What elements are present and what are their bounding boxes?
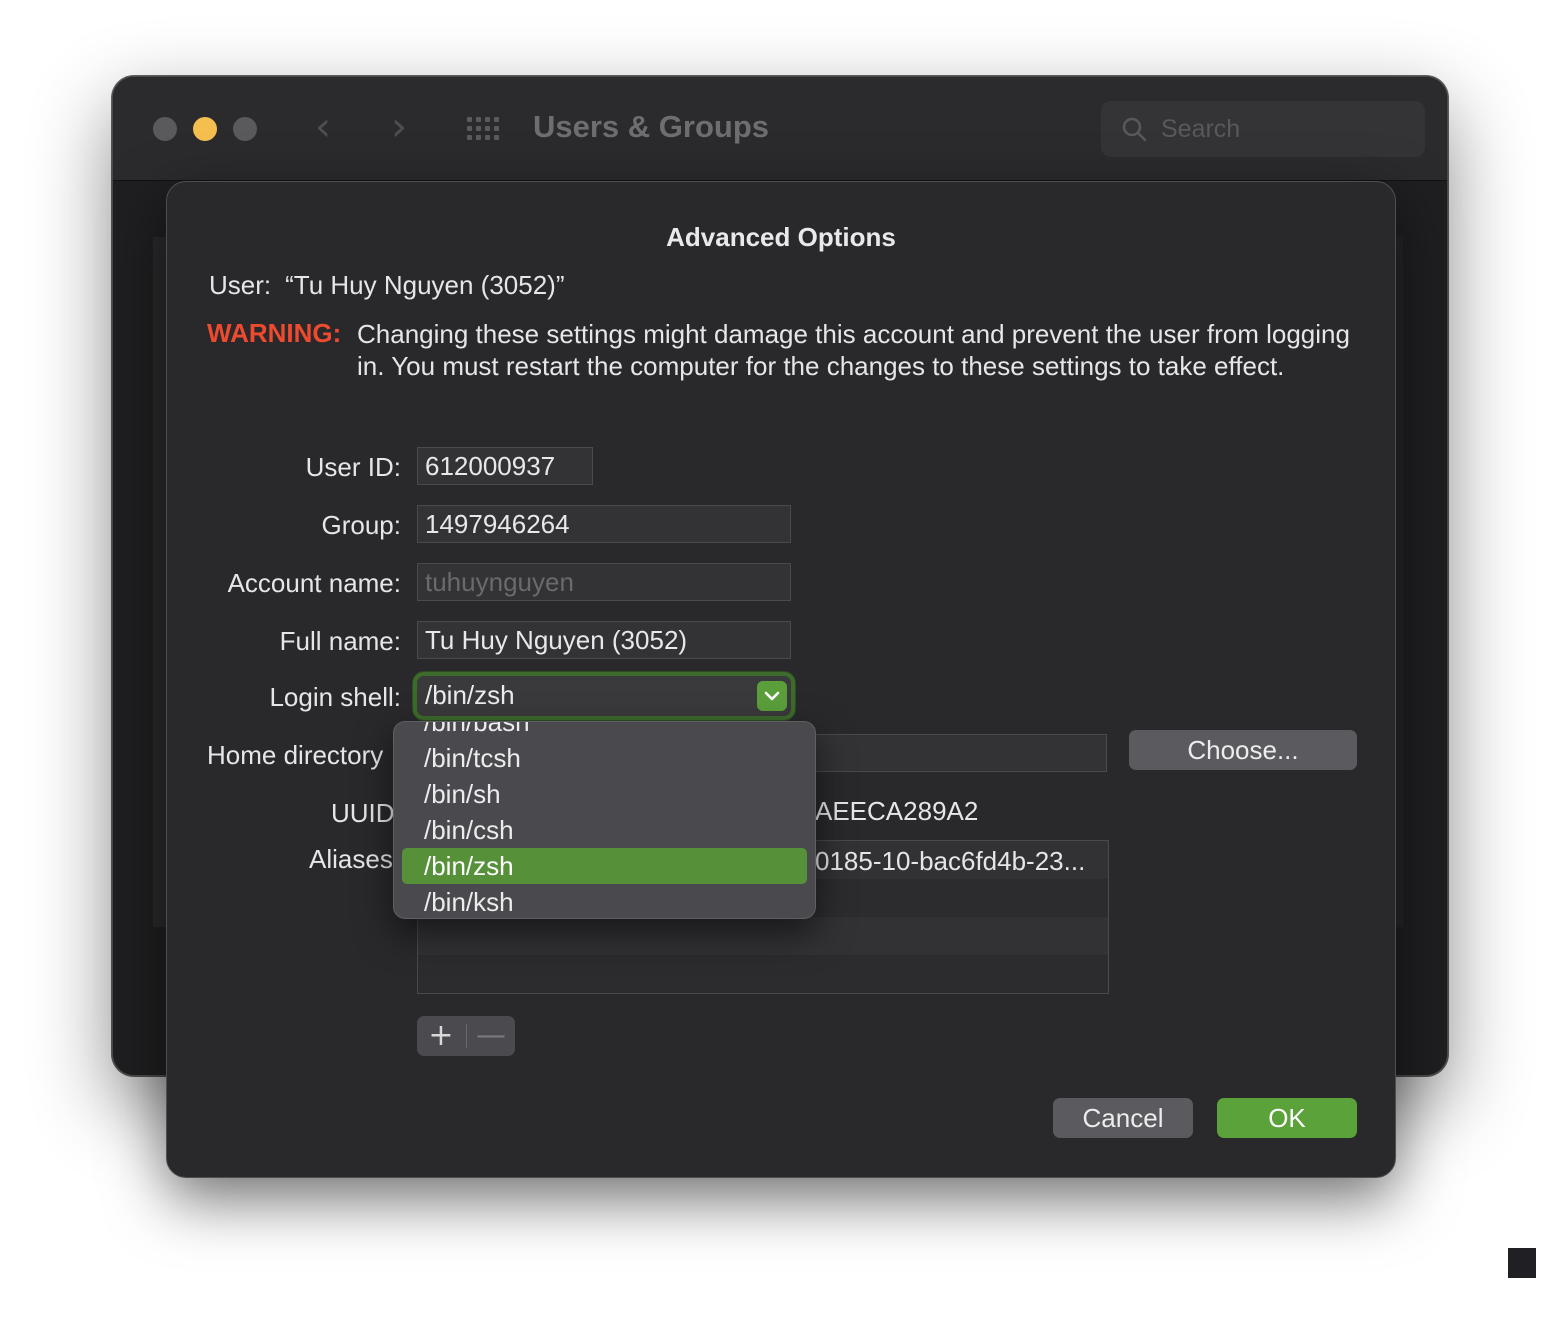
group-field[interactable] <box>417 505 791 543</box>
search-input[interactable] <box>1161 111 1411 147</box>
background-fragment <box>1508 1248 1536 1278</box>
home-directory-label: Home directory <box>207 740 384 770</box>
menu-item-bash[interactable]: /bin/bash <box>402 722 807 740</box>
login-shell-menu: /bin/bash /bin/tcsh /bin/sh /bin/csh /bi… <box>393 721 816 919</box>
alias-value[interactable]: 0185-10-bac6fd4b-23... <box>815 846 1085 877</box>
account-name-field <box>417 563 791 601</box>
back-arrow-icon[interactable]: ‹ <box>315 107 331 147</box>
group-label: Group: <box>321 510 402 540</box>
aliases-label: Aliases <box>309 844 393 874</box>
forward-arrow-icon[interactable]: › <box>391 107 407 147</box>
add-alias-button[interactable]: + <box>417 1016 465 1056</box>
user-id-field[interactable] <box>417 447 593 485</box>
add-remove-control: + — <box>417 1016 515 1056</box>
warning-label: WARNING: <box>207 318 342 348</box>
user-id-label: User ID: <box>305 452 401 482</box>
login-shell-label: Login shell: <box>269 682 401 712</box>
menu-item-zsh[interactable]: /bin/zsh <box>402 848 807 884</box>
background-sidebar <box>153 237 167 927</box>
menu-item-csh[interactable]: /bin/csh <box>402 812 807 848</box>
user-line: User: “Tu Huy Nguyen (3052)” <box>209 270 579 301</box>
login-shell-value: /bin/zsh <box>425 680 515 710</box>
title-bar: ‹ › Users & Groups <box>113 77 1447 181</box>
uuid-label: UUID <box>331 798 395 828</box>
show-all-grid-icon[interactable] <box>467 117 503 141</box>
list-item <box>418 917 1108 955</box>
user-label: User: <box>209 270 272 300</box>
close-window-button[interactable] <box>153 117 177 141</box>
uuid-value: AEECA289A2 <box>815 796 979 826</box>
advanced-options-sheet: Advanced Options User: “Tu Huy Nguyen (30… <box>166 181 1396 1178</box>
login-shell-popup[interactable]: /bin/zsh <box>417 676 791 716</box>
search-field[interactable] <box>1101 101 1425 157</box>
user-value: “Tu Huy Nguyen (3052)” <box>285 270 565 300</box>
full-name-label: Full name: <box>279 626 401 656</box>
choose-button[interactable]: Choose... <box>1129 730 1357 770</box>
chevron-down-icon <box>757 681 787 711</box>
remove-alias-button[interactable]: — <box>467 1016 515 1056</box>
menu-item-ksh[interactable]: /bin/ksh <box>402 884 807 918</box>
warning-text: Changing these settings might damage thi… <box>357 319 1350 381</box>
window-title: Users & Groups <box>533 109 770 144</box>
ok-button[interactable]: OK <box>1217 1098 1357 1138</box>
zoom-window-button[interactable] <box>233 117 257 141</box>
search-icon <box>1122 117 1147 142</box>
minimize-window-button[interactable] <box>193 117 217 141</box>
account-name-label: Account name: <box>227 568 401 598</box>
full-name-field[interactable] <box>417 621 791 659</box>
list-item <box>418 955 1108 993</box>
sheet-title: Advanced Options <box>666 222 896 252</box>
menu-item-sh[interactable]: /bin/sh <box>402 776 807 812</box>
cancel-button[interactable]: Cancel <box>1053 1098 1193 1138</box>
menu-item-tcsh[interactable]: /bin/tcsh <box>402 740 807 776</box>
